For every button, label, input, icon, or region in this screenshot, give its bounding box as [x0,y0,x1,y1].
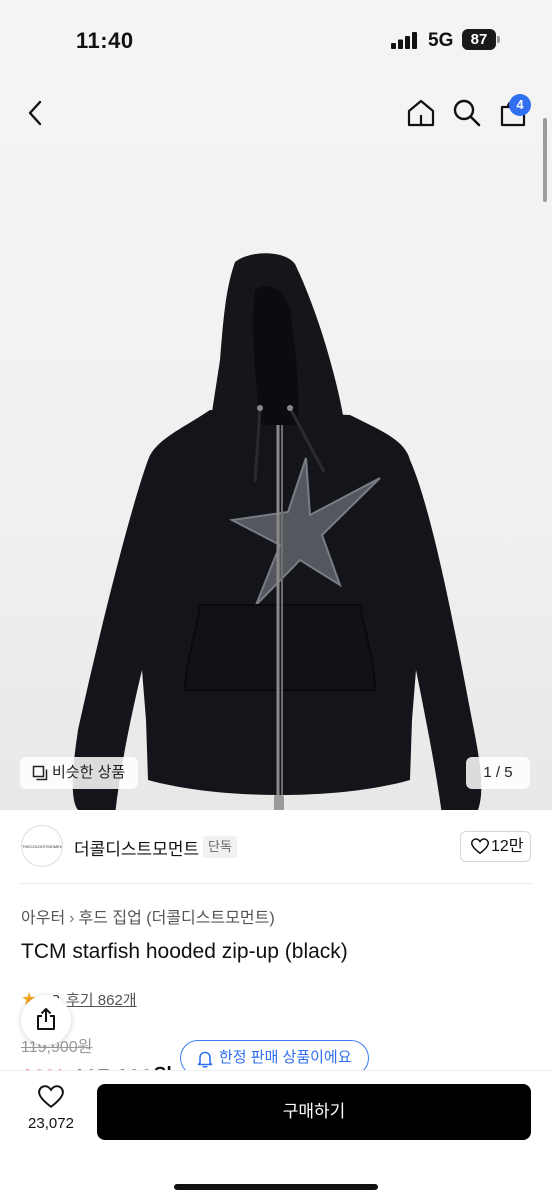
brand-like-count: 12만 [491,838,524,855]
search-icon[interactable] [451,97,483,129]
exclusive-tag: 단독 [203,836,237,858]
heart-icon [38,1085,64,1108]
breadcrumb: 아우터 › 후드 집업 (더콜디스트모먼트) [21,904,275,928]
reviews-link[interactable]: 후기 862개 [66,992,137,1009]
home-indicator [174,1184,378,1190]
home-icon[interactable] [405,97,437,129]
brand-like-button[interactable]: 12만 [460,831,531,862]
product-photo [72,253,482,810]
share-button[interactable] [21,995,71,1045]
product-title: TCM starfish hooded zip-up (black) [21,940,348,963]
limited-sale-label: 한정 판매 상품이에요 [219,1049,352,1066]
bell-icon [197,1051,213,1068]
product-image[interactable]: 비슷한 상품 1 / 5 [0,80,552,810]
similar-products-label: 비슷한 상품 [52,764,126,781]
share-icon [37,1008,55,1030]
chevron-right-icon: › [69,910,75,927]
cart-count-badge: 4 [509,94,531,116]
similar-products-button[interactable]: 비슷한 상품 [20,757,138,789]
back-icon[interactable] [20,97,52,129]
signal-icon [391,32,417,49]
battery-level: 87 [462,29,496,50]
image-pager: 1 / 5 [466,757,530,789]
similar-icon [32,765,48,781]
buy-button[interactable]: 구매하기 [97,1084,531,1140]
scrollbar[interactable] [543,118,547,202]
breadcrumb-subcategory[interactable]: 후드 집업 (더콜디스트모먼트) [79,910,275,927]
status-time: 11:40 [76,28,134,53]
battery-icon: 87 [462,29,500,50]
breadcrumb-category[interactable]: 아우터 [21,910,65,927]
brand-logo[interactable]: THECOLDISTMOMENT [21,825,63,867]
wishlist-count: 23,072 [28,1115,74,1132]
wishlist-button[interactable]: 23,072 [20,1085,82,1132]
heart-icon [471,838,489,855]
network-type: 5G [428,30,454,51]
status-bar: 11:40 5G 87 [0,0,552,80]
brand-name[interactable]: 더콜디스트모먼트 [74,835,199,860]
divider [20,883,532,884]
